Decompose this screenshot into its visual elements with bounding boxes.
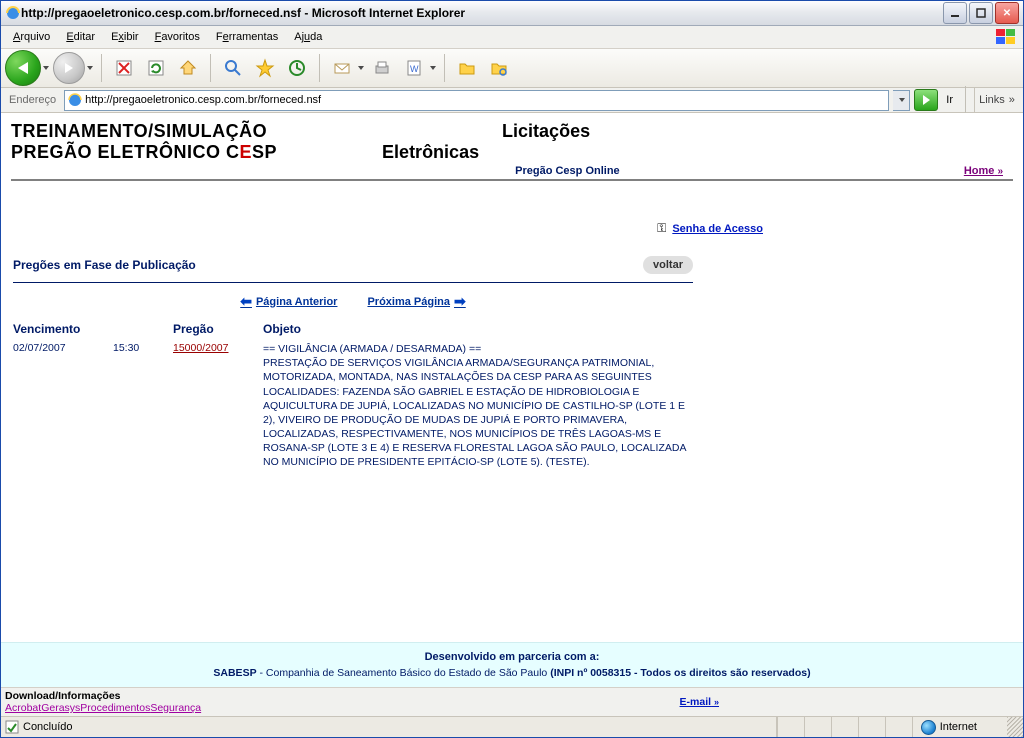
menu-favoritos[interactable]: Favoritos	[147, 29, 208, 45]
folder-search-button[interactable]	[485, 54, 513, 82]
folder-button[interactable]	[453, 54, 481, 82]
links-toolbar[interactable]: Links»	[974, 88, 1019, 112]
window-minimize-button[interactable]	[943, 2, 967, 24]
sabesp-link[interactable]: SABESP	[213, 667, 256, 679]
address-text: http://pregaoeletronico.cesp.com.br/forn…	[85, 94, 886, 106]
home-link[interactable]: Home »	[964, 165, 1013, 177]
search-button[interactable]	[219, 54, 247, 82]
menu-arquivo[interactable]: Arquivo	[5, 29, 58, 45]
done-icon	[5, 720, 19, 734]
header-right1: Licitações	[502, 121, 590, 142]
divider	[13, 282, 693, 283]
address-input[interactable]: http://pregaoeletronico.cesp.com.br/forn…	[64, 90, 889, 111]
window-close-button[interactable]: ✕	[995, 2, 1019, 24]
voltar-button[interactable]: voltar	[643, 256, 693, 274]
cell-vencimento: 02/07/2007	[13, 342, 113, 470]
menu-ajuda[interactable]: Ajuda	[286, 29, 330, 45]
mail-button[interactable]	[328, 54, 356, 82]
download-info-bar: Download/Informações AcrobatGerasysProce…	[1, 687, 1023, 716]
col-pregao: Pregão	[173, 322, 263, 336]
email-link[interactable]: E-mail »	[680, 696, 719, 708]
window-titlebar: http://pregaoeletronico.cesp.com.br/forn…	[1, 1, 1023, 26]
history-button[interactable]	[283, 54, 311, 82]
status-text: Concluído	[23, 721, 73, 733]
edit-dropdown[interactable]	[430, 66, 436, 70]
page-viewport: TREINAMENTO/SIMULAÇÃO PREGÃO ELETRÔNICO …	[1, 113, 1023, 716]
window-title: http://pregaoeletronico.cesp.com.br/forn…	[21, 6, 943, 20]
link-seguranca[interactable]: Segurança	[150, 702, 201, 714]
header-sub: Pregão Cesp Online	[171, 165, 964, 177]
nav-back-dropdown[interactable]	[43, 66, 49, 70]
security-zone[interactable]: Internet	[912, 717, 1007, 737]
table-header: Vencimento Pregão Objeto	[13, 322, 693, 336]
col-vencimento: Vencimento	[13, 322, 113, 336]
cell-time: 15:30	[113, 342, 173, 470]
refresh-button[interactable]	[142, 54, 170, 82]
svg-text:W: W	[410, 64, 419, 74]
link-acrobat[interactable]: Acrobat	[5, 702, 41, 714]
address-label: Endereço	[5, 94, 60, 106]
link-gerasys[interactable]: Gerasys	[41, 702, 80, 714]
senha-acesso-link[interactable]: ⚿ Senha de Acesso	[657, 221, 763, 236]
pager-next-link[interactable]: Próxima Página➡	[367, 293, 465, 310]
arrow-left-icon: ⬅	[240, 293, 252, 310]
pager-prev-link[interactable]: ⬅Página Anterior	[240, 293, 337, 310]
ie-icon	[5, 5, 21, 21]
address-dropdown[interactable]	[893, 90, 910, 111]
arrow-right-icon: ➡	[454, 293, 466, 310]
page-header: TREINAMENTO/SIMULAÇÃO PREGÃO ELETRÔNICO …	[1, 113, 1023, 181]
mail-dropdown[interactable]	[358, 66, 364, 70]
edit-button[interactable]: W	[400, 54, 428, 82]
print-button[interactable]	[368, 54, 396, 82]
go-button[interactable]	[914, 89, 938, 111]
status-bar: Concluído Internet	[1, 716, 1023, 737]
header-right2: Eletrônicas	[382, 142, 590, 163]
menu-bar: Arquivo Editar Exibir Favoritos Ferramen…	[1, 26, 1023, 49]
menu-editar[interactable]: Editar	[58, 29, 103, 45]
go-label: Ir	[942, 94, 957, 106]
key-icon: ⚿	[657, 221, 666, 236]
toolbar: W	[1, 49, 1023, 88]
stop-button[interactable]	[110, 54, 138, 82]
header-line2: PREGÃO ELETRÔNICO CESP	[11, 142, 277, 163]
cell-objeto: == VIGILÂNCIA (ARMADA / DESARMADA) == PR…	[263, 342, 693, 470]
pregao-link[interactable]: 15000/2007	[173, 342, 228, 354]
address-bar: Endereço http://pregaoeletronico.cesp.co…	[1, 88, 1023, 113]
globe-icon	[921, 720, 936, 735]
window-maximize-button[interactable]	[969, 2, 993, 24]
windows-flag-icon	[995, 28, 1017, 46]
partner-footer: Desenvolvido em parceria com a: SABESP -…	[1, 642, 1023, 687]
page-icon	[67, 92, 83, 108]
resize-grip[interactable]	[1007, 717, 1023, 737]
menu-ferramentas[interactable]: Ferramentas	[208, 29, 286, 45]
home-button[interactable]	[174, 54, 202, 82]
nav-back-button[interactable]	[5, 50, 41, 86]
link-procedimentos[interactable]: Procedimentos	[80, 702, 150, 714]
nav-forward-dropdown[interactable]	[87, 66, 93, 70]
nav-forward-button[interactable]	[53, 52, 85, 84]
table-row: 02/07/2007 15:30 15000/2007 == VIGILÂNCI…	[13, 342, 693, 470]
menu-exibir[interactable]: Exibir	[103, 29, 147, 45]
col-objeto: Objeto	[263, 322, 693, 336]
favorites-button[interactable]	[251, 54, 279, 82]
header-line1: TREINAMENTO/SIMULAÇÃO	[11, 121, 277, 142]
section-title: Pregões em Fase de Publicação	[13, 258, 643, 272]
